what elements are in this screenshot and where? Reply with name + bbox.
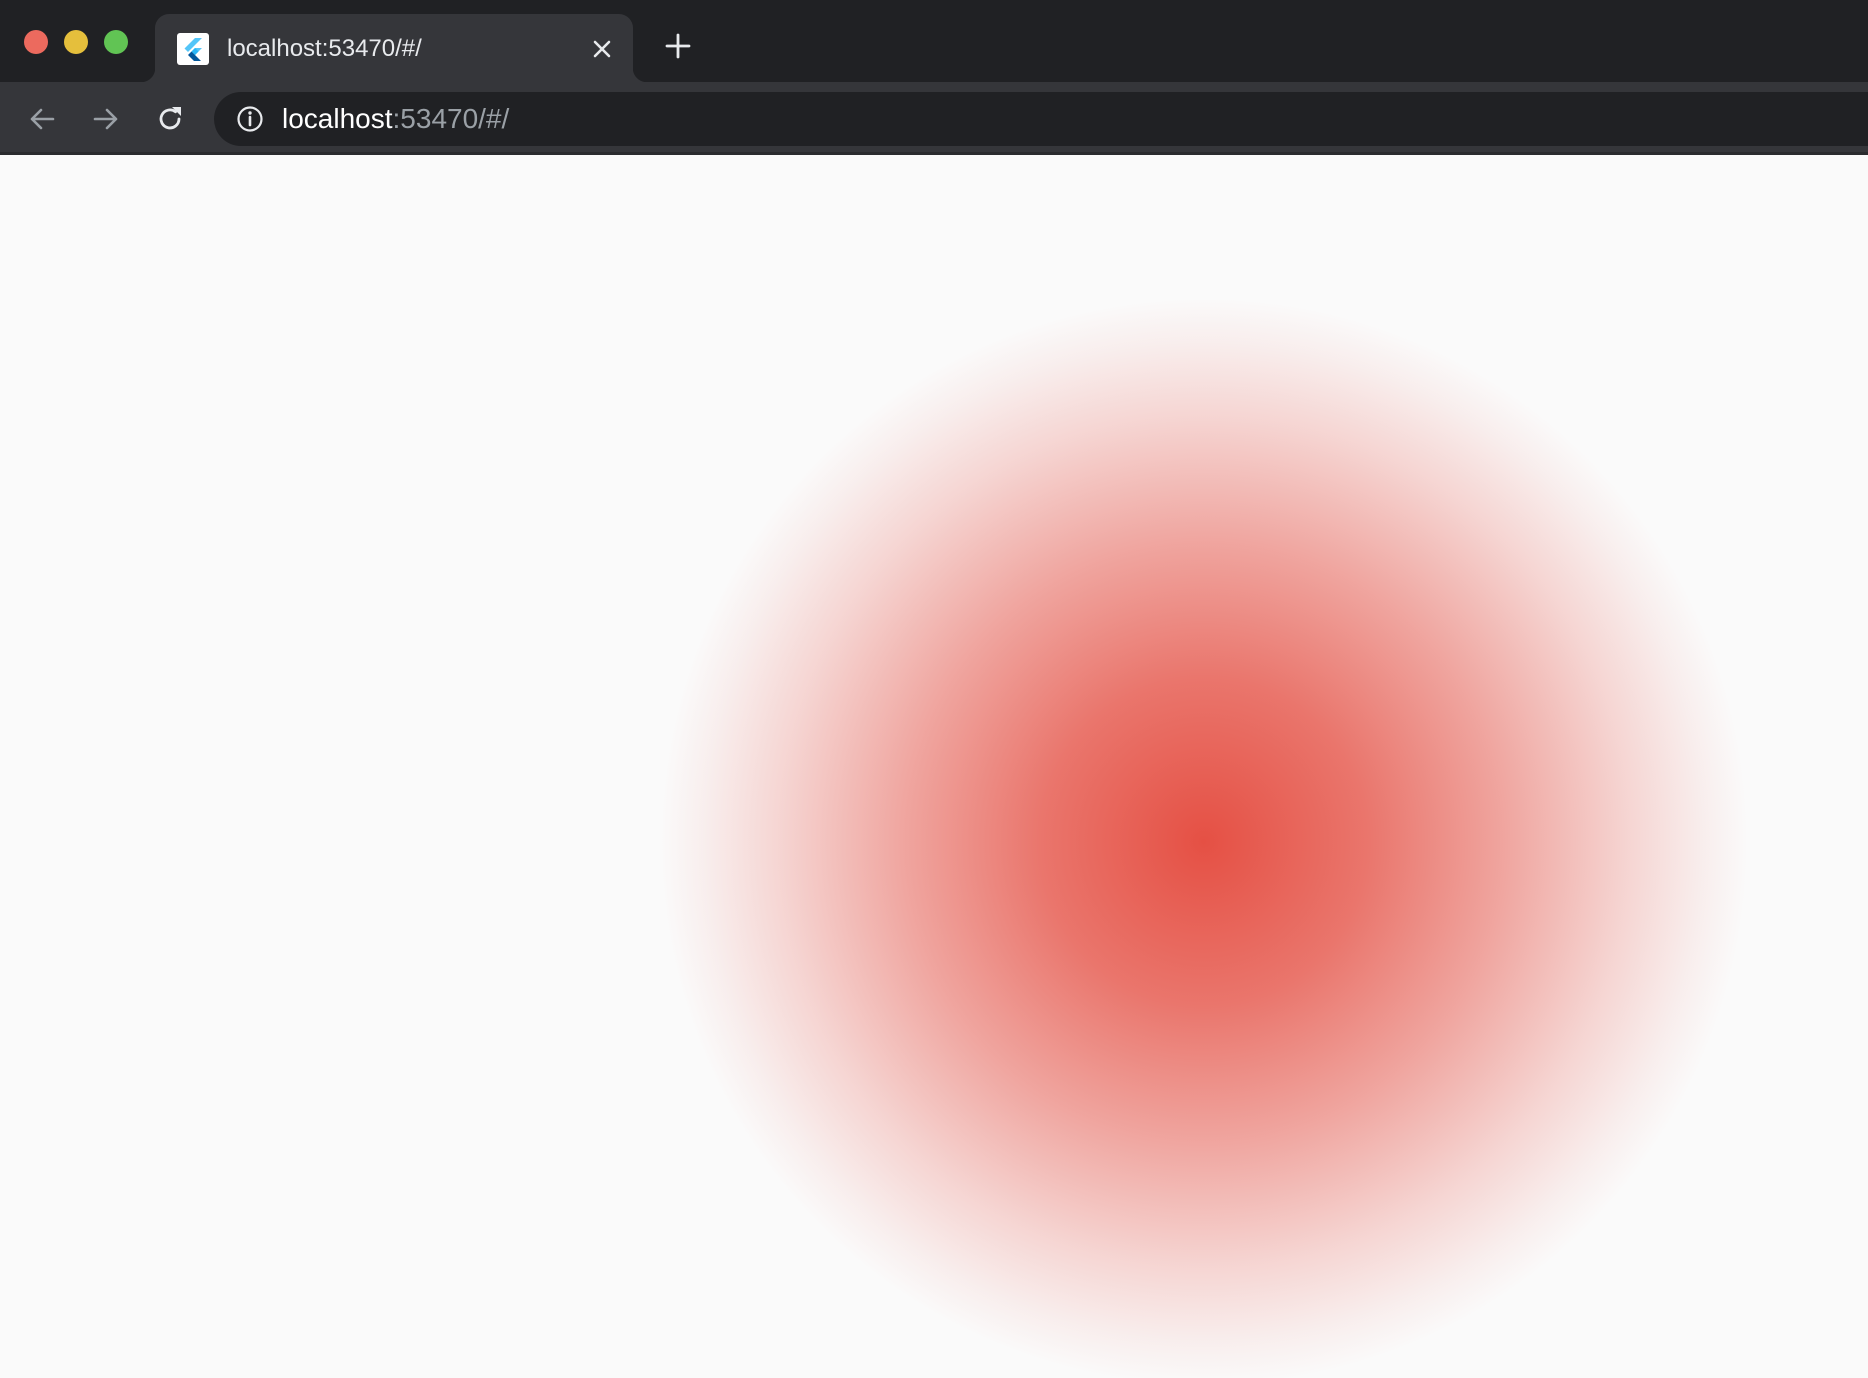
browser-window: localhost:53470/#/ localhost:53470/#/ [0,0,1868,1378]
url-host: localhost [282,103,393,134]
url-path: :53470/#/ [392,103,510,134]
radial-gradient-circle [660,298,1748,1378]
close-tab-button[interactable] [587,34,617,64]
window-maximize-button[interactable] [104,30,128,54]
back-button[interactable] [22,99,62,139]
browser-toolbar: localhost:53470/#/ [0,82,1868,155]
forward-button[interactable] [86,99,126,139]
new-tab-button[interactable] [662,30,694,62]
tab-title: localhost:53470/#/ [227,35,422,62]
arrow-left-icon [30,108,55,130]
info-icon[interactable] [236,105,264,133]
window-minimize-button[interactable] [64,30,88,54]
url-text: localhost:53470/#/ [282,103,509,135]
close-icon [593,40,611,58]
arrow-right-icon [93,108,118,130]
window-close-button[interactable] [24,30,48,54]
address-bar[interactable]: localhost:53470/#/ [214,92,1868,146]
page-content [0,155,1868,1378]
flutter-logo-icon [177,33,209,65]
plus-icon [665,33,691,59]
reload-button[interactable] [150,99,190,139]
reload-icon [159,107,181,130]
browser-tab[interactable]: localhost:53470/#/ [141,14,647,82]
tab-strip: localhost:53470/#/ [0,0,1868,82]
